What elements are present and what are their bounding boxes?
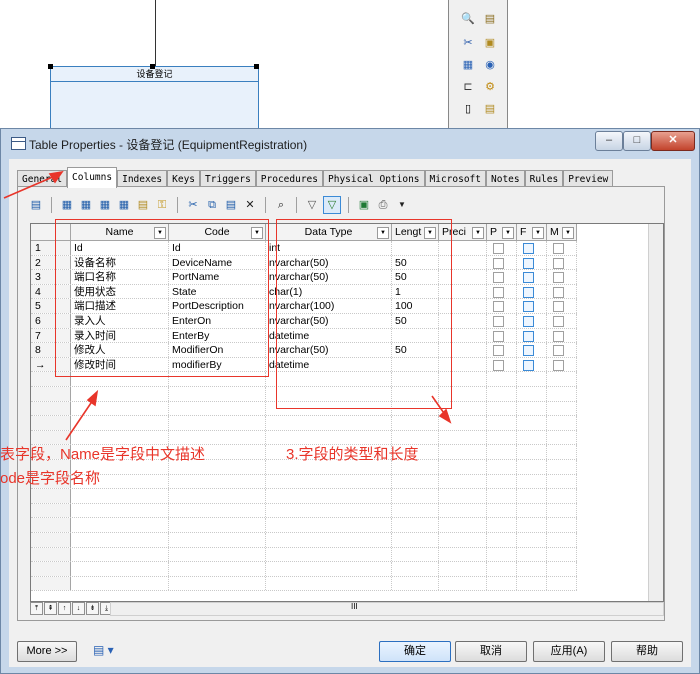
arrow-head bbox=[438, 408, 452, 424]
arrow-line bbox=[65, 399, 94, 441]
annotation-text-code: ode是字段名称 bbox=[0, 470, 101, 487]
tab-columns[interactable]: Columns bbox=[67, 167, 118, 188]
annotation-arrows bbox=[3, 170, 452, 441]
arrow-head bbox=[48, 170, 64, 184]
arrow-head bbox=[86, 389, 99, 407]
arrow-line bbox=[3, 175, 56, 199]
annotation-text-type: 3.字段的类型和长度 bbox=[286, 446, 419, 463]
annotation-text-name: 表字段，Name是字段中文描述 bbox=[0, 446, 206, 463]
